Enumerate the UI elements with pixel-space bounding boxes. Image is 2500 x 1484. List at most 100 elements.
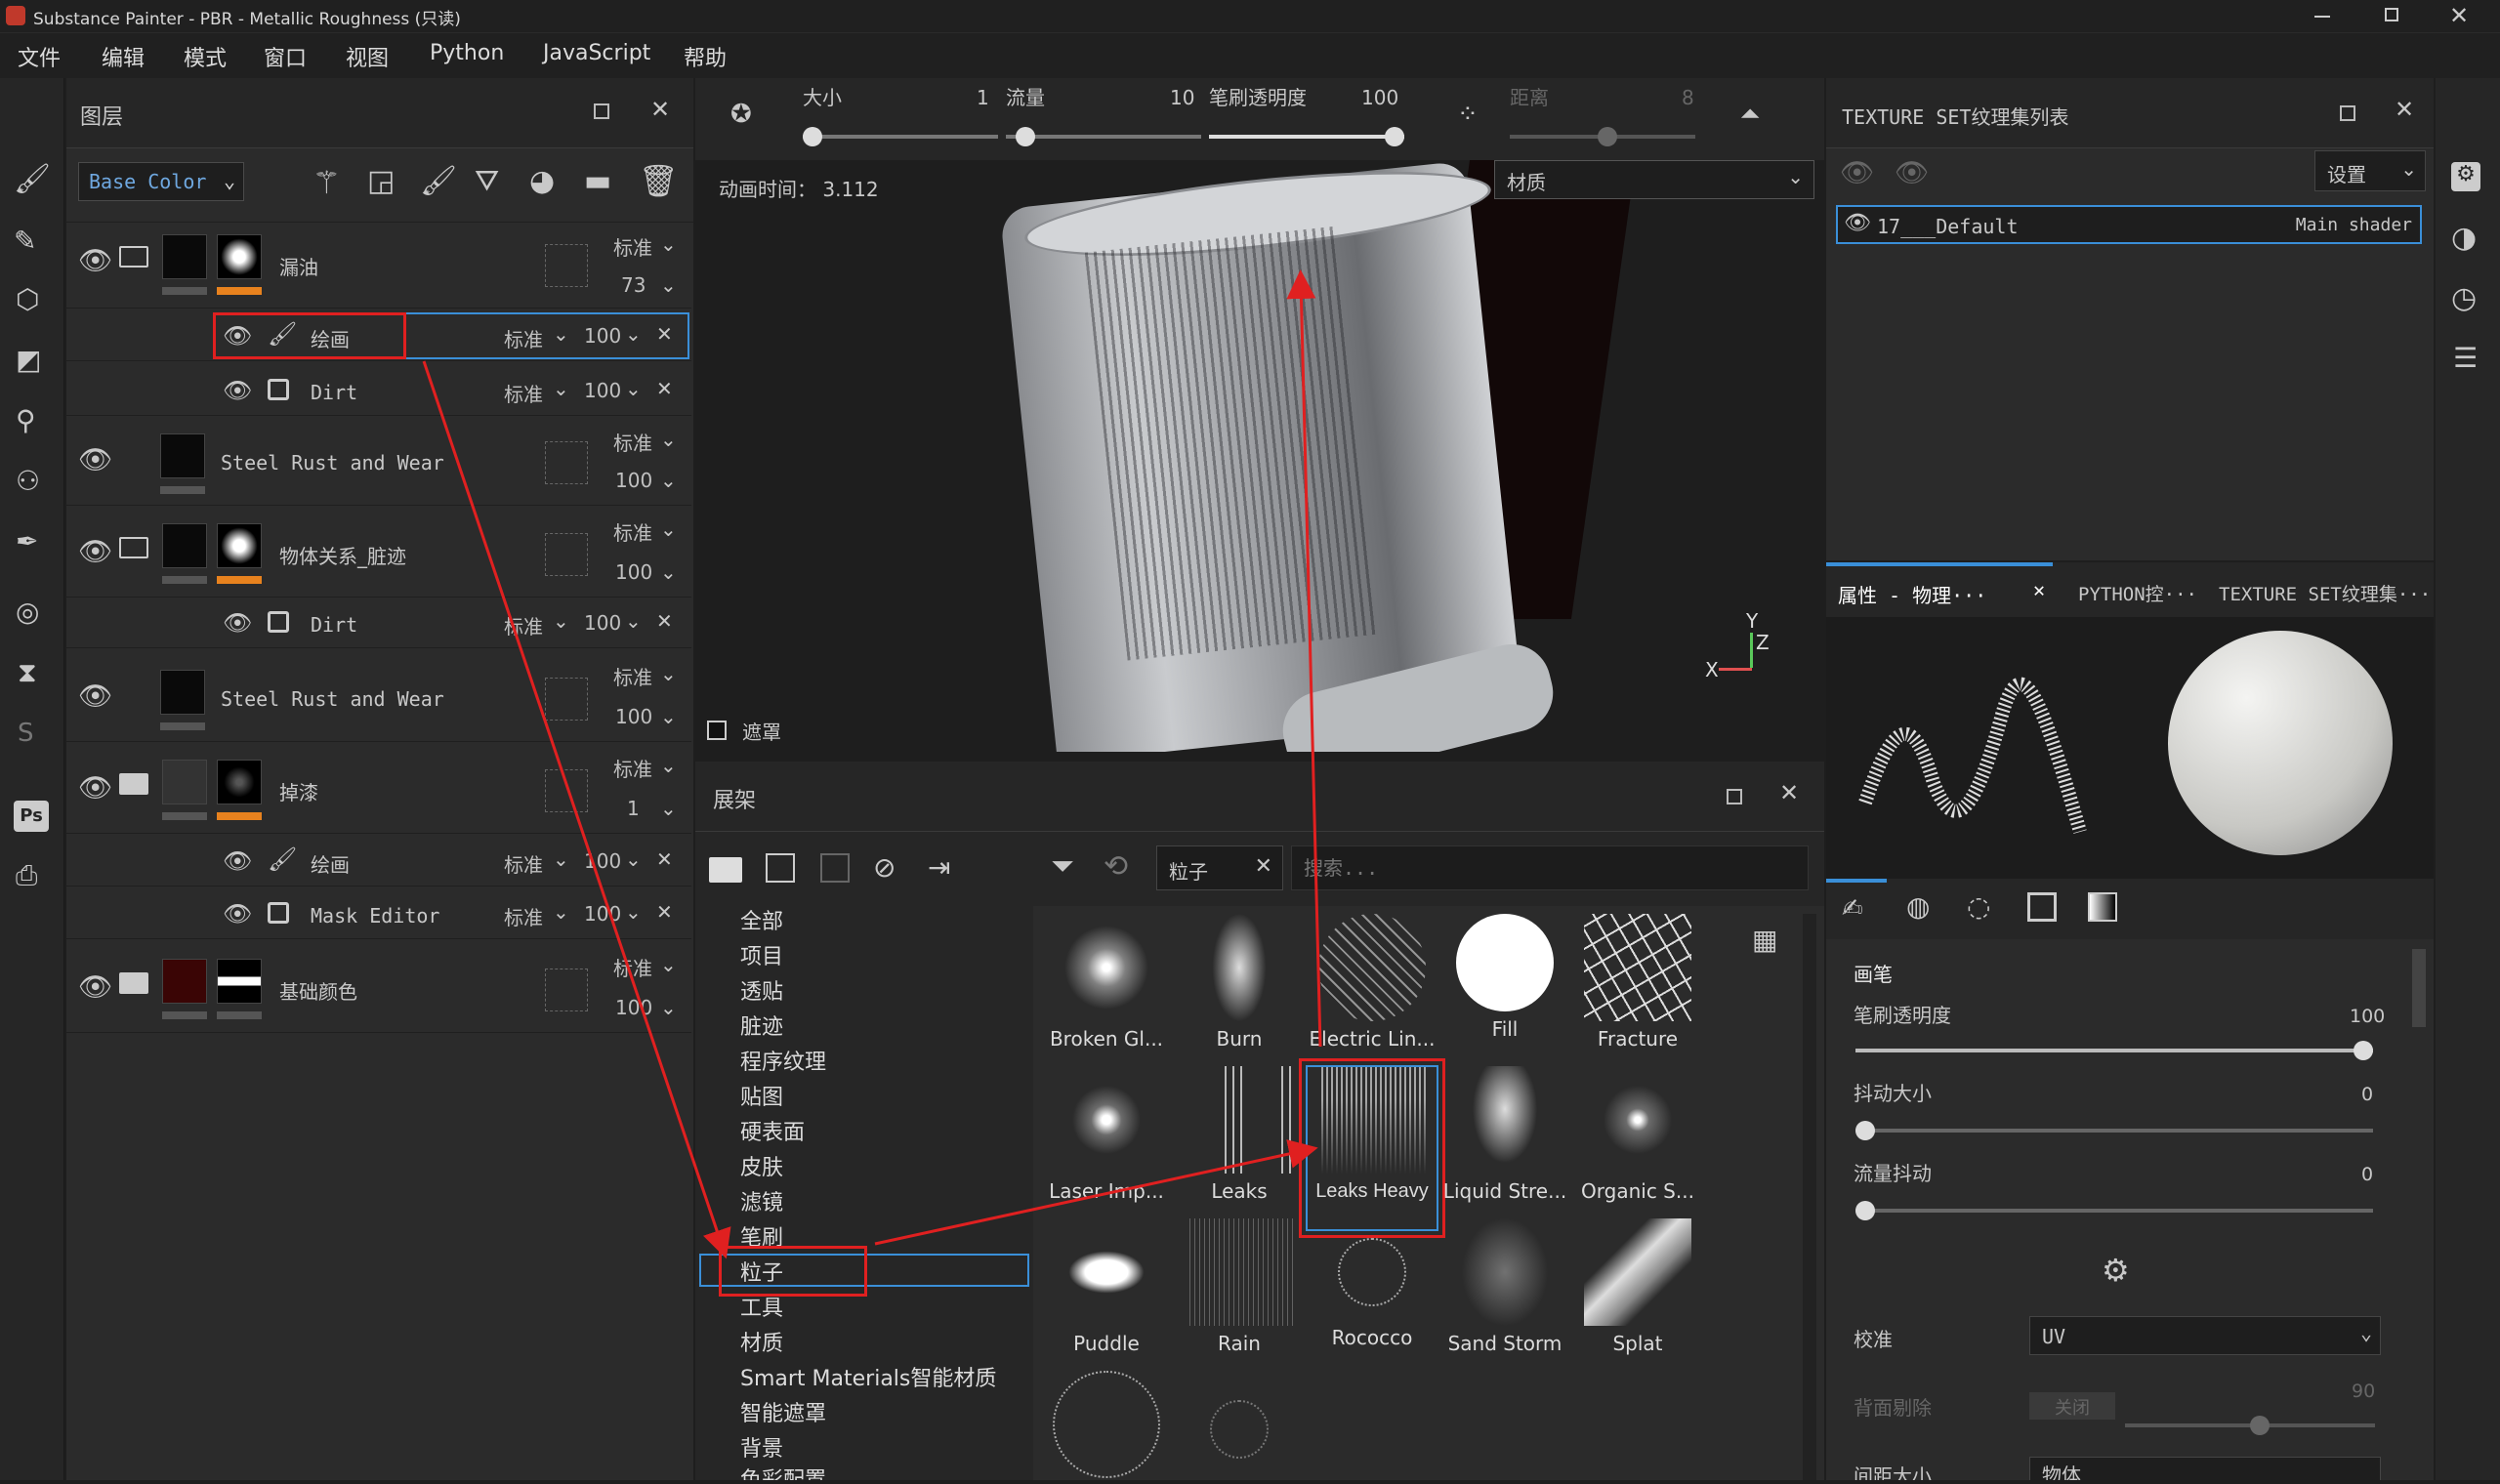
blend-mode-dropdown[interactable]: 标准 (613, 517, 652, 546)
opacity-dropdown[interactable]: 100 (615, 560, 652, 584)
category-hard-surfaces[interactable]: 硬表面 (740, 1115, 805, 1146)
symmetry-icon[interactable]: ⏶ (1740, 100, 1761, 130)
texture-set-shader[interactable]: Main shader (2296, 215, 2412, 235)
shelf-item[interactable]: Splat (1574, 1218, 1701, 1355)
layer-row-effect[interactable]: 👁 🖌 绘画 标准 ⌄ 100 ⌄ ✕ (66, 836, 691, 886)
opacity-value[interactable]: 100 (2350, 1006, 2385, 1027)
flow-jitter-value[interactable]: 0 (2361, 1164, 2373, 1185)
save-icon[interactable] (820, 853, 850, 883)
history-icon[interactable]: ◷ (2451, 281, 2477, 315)
close-tab-icon[interactable]: ✕ (2033, 578, 2045, 601)
maximize-icon[interactable] (2385, 8, 2398, 21)
shelf-item[interactable]: Electric Lin... (1309, 914, 1436, 1051)
category-filters[interactable]: 滤镜 (740, 1185, 783, 1216)
new-window-icon[interactable] (766, 853, 795, 883)
visibility-eye-icon[interactable]: 👁 (78, 970, 113, 1003)
eye-icon[interactable]: 👁 (1895, 156, 1930, 188)
visibility-eye-icon[interactable]: 👁 (223, 609, 252, 637)
jitter-value[interactable]: 0 (2361, 1084, 2373, 1105)
add-effect-icon[interactable]: ⚚ (312, 164, 341, 201)
remove-effect-icon[interactable]: ✕ (656, 609, 673, 633)
opacity-dropdown[interactable]: 100 (615, 996, 652, 1019)
spacing-icon[interactable]: ⁘ (1457, 100, 1479, 129)
brush-props-icon[interactable]: ✍ (1826, 879, 1887, 939)
pin-icon[interactable]: ✪ (730, 100, 752, 129)
visibility-eye-icon[interactable]: 👁 (223, 377, 252, 404)
settings-icon[interactable]: ⚙ (2451, 162, 2480, 191)
close-panel-icon[interactable]: ✕ (650, 96, 670, 123)
close-window-icon[interactable]: ✕ (2449, 2, 2469, 29)
opacity-dropdown[interactable]: 1 (627, 797, 640, 820)
add-paint-layer-icon[interactable]: 🖌 (420, 164, 457, 198)
visibility-eye-icon[interactable]: 👁 (223, 322, 252, 350)
photoshop-icon[interactable]: Ps (14, 801, 49, 832)
menu-file[interactable]: 文件 (18, 41, 61, 72)
blend-mode-dropdown[interactable]: 标准 (504, 379, 543, 407)
material-dropdown[interactable]: 材质 ⌄ (1494, 160, 1814, 199)
shelf-item[interactable]: Rococco (1309, 1218, 1436, 1349)
blend-mode-dropdown[interactable]: 标准 (504, 902, 543, 930)
layer-row-group[interactable]: 👁 基础颜色 标准 ⌄ 100 ⌄ (66, 943, 691, 1033)
opacity-dropdown[interactable]: 100 (584, 849, 621, 873)
menu-python[interactable]: Python (430, 41, 504, 65)
remove-effect-icon[interactable]: ✕ (656, 847, 673, 871)
gear-icon[interactable]: ⚙ (2102, 1252, 2130, 1289)
polygon-fill-icon[interactable]: ◩ (16, 344, 41, 376)
align-dropdown[interactable]: UV ⌄ (2029, 1316, 2381, 1355)
add-folder-icon[interactable]: ▬ (584, 164, 611, 198)
category-tools[interactable]: 工具 (740, 1291, 783, 1322)
category-smart-masks[interactable]: 智能遮罩 (740, 1396, 826, 1427)
visibility-eye-icon[interactable]: 👁 (223, 847, 252, 875)
material-icon[interactable] (2027, 892, 2057, 922)
visibility-eye-icon[interactable]: 👁 (78, 244, 113, 276)
menu-help[interactable]: 帮助 (684, 41, 727, 72)
flow-value[interactable]: 10 (1170, 86, 1194, 109)
blend-mode-dropdown[interactable]: 标准 (613, 662, 652, 690)
hide-eye-icon[interactable]: 👁 (1840, 156, 1875, 188)
category-procedurals[interactable]: 程序纹理 (740, 1045, 826, 1076)
opacity-slider[interactable] (1855, 1041, 2373, 1060)
filter-icon[interactable]: ⏷ (1051, 849, 1074, 884)
brush-opacity-slider[interactable] (1209, 127, 1404, 146)
remove-effect-icon[interactable]: ✕ (656, 900, 673, 924)
brush-opacity-value[interactable]: 100 (1361, 86, 1398, 109)
close-panel-icon[interactable]: ✕ (2395, 96, 2414, 123)
category-environments[interactable]: 背景 (740, 1431, 783, 1463)
opacity-dropdown[interactable]: 100 (584, 379, 621, 402)
jitter-slider[interactable] (1855, 1121, 2373, 1140)
float-panel-icon[interactable] (594, 103, 609, 119)
layer-row-group[interactable]: 👁 物体关系_脏迹 标准 ⌄ 100 ⌄ (66, 508, 691, 598)
shelf-item[interactable]: Sand Storm (1441, 1218, 1568, 1355)
opacity-dropdown[interactable]: 100 (584, 324, 621, 348)
opacity-dropdown[interactable]: 100 (615, 469, 652, 492)
tab-python[interactable]: PYTHON控··· (2078, 580, 2197, 606)
blend-mode-dropdown[interactable]: 标准 (613, 428, 652, 456)
tab-texture-set[interactable]: TEXTURE SET纹理集··· (2219, 580, 2431, 606)
viewport-3d[interactable]: 动画时间： 3.112 材质 ⌄ Y Z X 遮罩 (695, 160, 1824, 752)
shelf-item[interactable]: Rain (1176, 1218, 1303, 1355)
clone-icon[interactable]: ⚇ (16, 465, 40, 497)
layer-row-group[interactable]: 👁 漏油 标准 ⌄ 73 ⌄ (66, 223, 691, 309)
close-panel-icon[interactable]: ✕ (1779, 779, 1799, 806)
eraser-icon[interactable]: ✎ (14, 225, 36, 257)
shelf-item[interactable]: Burn (1176, 914, 1303, 1051)
layer-row-selected[interactable]: 👁 🖌 绘画 标准 ⌄ 100 ⌄ ✕ (66, 312, 691, 361)
hide-icon[interactable]: ⊘ (873, 851, 896, 884)
mask-checkbox[interactable] (707, 721, 727, 740)
substance-icon[interactable]: S (18, 719, 34, 748)
display-settings-icon[interactable]: ◑ (2451, 221, 2477, 255)
shelf-item[interactable]: Fill (1441, 914, 1568, 1041)
category-alphas[interactable]: 透贴 (740, 974, 783, 1006)
export-icon[interactable]: ⎙ (16, 859, 37, 892)
settings-dropdown[interactable]: 设置 ⌄ (2314, 150, 2426, 191)
spacing-dropdown[interactable]: 物体 (2029, 1457, 2381, 1480)
shelf-item[interactable]: Puddle (1043, 1218, 1170, 1355)
opacity-dropdown[interactable]: 100 (615, 705, 652, 728)
visibility-eye-icon[interactable]: 👁 (78, 535, 113, 567)
color-picker-icon[interactable]: ✒ (16, 525, 38, 557)
clear-tag-icon[interactable]: ✕ (1255, 854, 1272, 879)
category-textures[interactable]: 贴图 (740, 1080, 783, 1111)
minimize-icon[interactable] (2314, 16, 2330, 18)
add-smart-material-icon[interactable]: ◕ (529, 164, 555, 198)
delete-layer-icon[interactable]: 🗑 (639, 162, 679, 199)
